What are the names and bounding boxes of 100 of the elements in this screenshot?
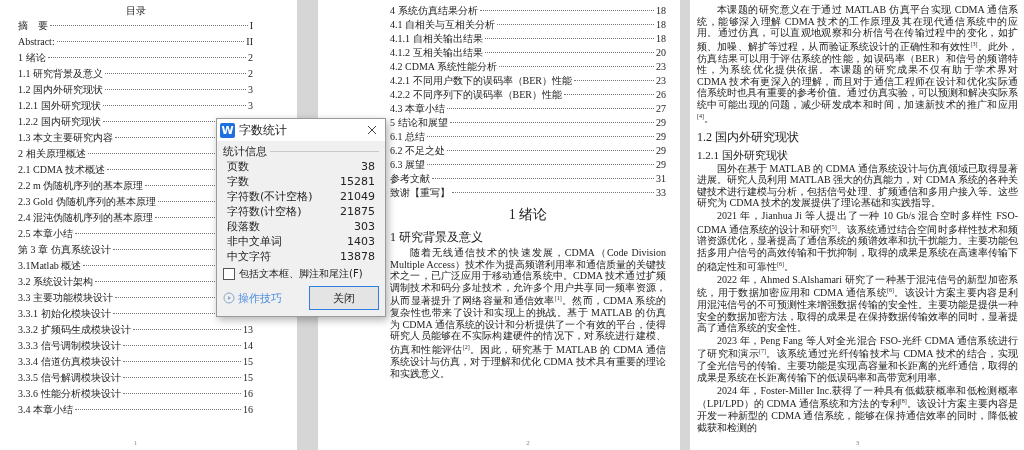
body-paragraph: 2023 年，Peng Fang 等人对全光混合 FSO-光纤 CDMA 通信系统进行了研究和演示$^{[7]}$。该系统通过光纤传输技术与 CDMA 技术的结合，实现了全光信号的传输。主要功能是实现高容量和长距离的光纤通信，取得的成果是系统在长距离传输下的低误码率和高带宽利用率。 [697,334,1018,384]
stat-label: 字符数(计空格) [227,204,302,219]
toc-entry-title: 4.1 自相关与互相关分析 [390,18,495,32]
toc-page-number: 29 [656,144,666,158]
toc-entry-title: 6.3 展望 [390,158,425,172]
toc-page-number: 16 [243,387,253,401]
toc-entry-title: 3.3.2 扩频码生成模块设计 [18,323,131,337]
stat-value: 15281 [340,174,375,189]
toc-page-number: 29 [656,130,666,144]
toc-page-number: 33 [656,186,666,200]
stat-value: 303 [354,219,375,234]
toc-page-number: 18 [656,4,666,18]
toc-page-number: 27 [656,102,666,116]
toc-page-number: 31 [656,172,666,186]
toc-entry-title: 1.3 本文主要研究内容 [18,131,113,145]
toc-page-number: 14 [243,339,253,353]
stat-value: 21049 [340,189,375,204]
stat-value: 13878 [340,249,375,264]
toc-entry-title: 2.2 m 伪随机序列的基本原理 [18,179,144,193]
toc-entry-title: 1.2.2 国内研究现状 [18,115,101,129]
app-logo: W [220,122,235,138]
toc-entry-title: Abstract: [18,35,55,49]
toc-page-number: 18 [656,32,666,46]
toc-page-number: 23 [656,60,666,74]
toc-entry-title: 1.1 研究背景及意义 [18,67,103,81]
toc-page-number: 23 [656,74,666,88]
section-heading: 1 研究背景及意义 [390,229,484,246]
toc-entry-title: 1.2 国内外研究现状 [18,83,103,97]
body-paragraph: 国外在基于 MATLAB 的 CDMA 通信系统设计与仿真领域已取得显著进展。研究人员利用 MATLAB 强大的仿真能力，对 CDMA 系统的各种关键技术进行建模与分析，包括信号处理、扩频通信和多用户接入等。这些研究为 CDMA 技术的发展提供了理论基础和实践指导。 [697,162,1018,209]
stat-value: 21875 [340,204,375,219]
toc-entry-title: 摘 要 [18,19,48,33]
toc-page-number: 3 [248,83,253,97]
toc-page-number: 3 [248,99,253,113]
toc-entry-title: 4.2.1 不同用户数下的误码率（BER）性能 [390,74,572,88]
body-paragraph: 2021 年，Jianhua Ji 等人提出了一种 10 Gb/s 混合空时多样性 FSO-CDMA 通信系统的设计和研究$^{[5]}$。该系统通过结合空间时多样性技术和频谱资源优化，显著提高了通信系统的频谱效率和抗干扰能力。主要功能包括多用户信号的高效传输和干扰抑制，取得的成果是系统在高速率传输下的稳定性和可靠性$^{[6]}$。 [697,209,1018,273]
play-circle-icon [223,292,235,304]
close-icon [367,125,377,135]
toc-page-number: 2 [248,67,253,81]
toc-entry-title: 2.5 本章小结 [18,227,73,241]
body-paragraph: 随着无线通信技术的快速发展，CDMA（Code Division Multiple Access）技术作为提高频谱利用率和通信质量的关键技术之一，已广泛应用于移动通信系统中。CDMA 技术通过扩频调制技术和码分多址技术，允许多个用户共享同一频率资源，从而显著提升了网络容量和通信效率$^{[1]}$。然而，CDMA 系统的复杂性也带来了设计和实现上的挑战。基于 MATLAB 的仿真为 CDMA 通信系统的设计和分析提供了一个有效的平台，使得研究人员能够在不实际构建硬件的情况下，对系统进行建模、仿真和性能评估$^{[2]}$。因此，研究基于 MATLAB 的 CDMA 通信系统设计与仿真，对于理解和优化 CDMA 技术具有重要的理论和实践意义。 [390,247,666,380]
toc-entry-title: 4.2.2 不同序列下的误码率（BER）性能 [390,88,562,102]
stat-label: 字数 [227,174,249,189]
toc-page-number: II [246,35,253,49]
toc-entry-title: 5 结论和展望 [390,116,448,130]
close-dialog-button[interactable]: 关闭 [309,286,379,310]
subsection-heading: 1.2.1 国外研究现状 [697,147,789,163]
toc-entry-title: 4.3 本章小结 [390,102,445,116]
section-heading: 1.2 国内外研究现状 [697,128,800,146]
toc-page-number: 15 [243,371,253,385]
toc-entry-title: 2.1 CDMA 技术概述 [18,163,105,177]
toc-page-number: 13 [243,323,253,337]
dialog-title: 字数统计 [239,121,288,139]
toc-entry-title: 3.4 本章小结 [18,403,73,417]
toc-title: 目录 [124,4,147,18]
toc-entry-title: 4.1.2 互相关输出结果 [390,46,483,60]
toc-entry-title: 6.1 总结 [390,130,425,144]
toc-entry-title: 致谢【重写】 [390,186,450,200]
stat-value: 38 [361,159,375,174]
stat-label: 页数 [227,159,249,174]
toc-entry-title: 3.3.1 初始化模块设计 [18,307,111,321]
toc-entry-title: 3.3.5 信号解调模块设计 [18,371,121,385]
close-button[interactable] [365,123,379,137]
toc-entry-title: 1 绪论 [18,51,46,65]
toc-page-number: 16 [243,403,253,417]
toc-page-number: I [249,19,253,33]
toc-entry-title: 4.1.1 自相关输出结果 [390,32,483,46]
stat-label: 中文字符 [227,249,271,264]
toc-page-number: 26 [656,88,666,102]
body-paragraph: 2024 年，Foster-Miller Inc.获得了一种具有低截获概率和低检测概率（LPI/LPD）的 CDMA 通信系统和方法的专利$^{[8]}$。该设计方案主要内容是开发一种新型的 CDMA 通信系统，能够在保持通信效率的同时，降低被截获和检测的 [697,384,1018,434]
group-label: 统计信息 [223,144,267,159]
toc-page-number: 2 [248,51,253,65]
toc-page-number: 15 [243,355,253,369]
toc-entry-title: 参考文献 [390,172,430,186]
body-paragraph: 本课题的研究意义在于通过 MATLAB 仿真平台实现 CDMA 通信系统，能够深入理解 CDMA 技术的工作原理及其在现代通信系统中的应用。通过仿真，可以直观地观察和分析信号在传输过程中的变化，如扩频、加噪、解扩等过程，从而验证系统设计的正确性和有效性$^{[3]}$。此外，仿真结果可以用于评估系统的性能，如误码率（BER）和信号的频谱特性，为系统优化提供依据。本课题的研究成果不仅有助于学术界对 CDMA 技术有更深入的理解，而且对于通信工程师在设计和优化实际通信系统时也具有重要的参考价值。通过仿真实验，可以预测和解决实际系统中可能出现的问题，减少研发成本和时间，加速新技术的推广和应用$^{[4]}$。 [697,4,1018,125]
stat-label: 非中文单词 [227,234,282,249]
toc-entry-title: 2.3 Gold 伪随机序列的基本原理 [18,195,156,209]
toc-entry-title: 4.2 CDMA 系统性能分析 [390,60,497,74]
toc-entry-title: 4 系统仿真结果分析 [390,4,478,18]
toc-entry-title: 第 3 章 仿真系统设计 [18,243,111,257]
stat-label: 段落数 [227,219,260,234]
body-paragraph: 2022 年，Ahmed S.Alshamari 研究了一种基于混沌信号的新型加密系统，用于数据加密应用和 CDMA 通信系统$^{[6]}$。该设计方案主要内容是利用混沌信号的不可预测性来增强数据传输的安全性。主要功能是提供一种安全的数据加密方法，取得的成果是在保持数据传输效率的同时，显著提高了通信系统的安全性。 [697,273,1018,334]
toc-entry-title: 3.3.3 信号调制模块设计 [18,339,121,353]
toc-page-number: 29 [656,158,666,172]
stat-label: 字符数(不计空格) [227,189,313,204]
chapter-heading: 1 绪论 [507,206,549,224]
toc-entry-title: 3.3.6 性能分析模块设计 [18,387,121,401]
toc-entry-title: 3.3.4 信道仿真模块设计 [18,355,121,369]
stat-value: 1403 [347,234,375,249]
toc-entry-title: 2 相关原理概述 [18,147,86,161]
toc-entry-title: 3.3 主要功能模块设计 [18,291,113,305]
checkbox-label: 包括文本框、脚注和尾注(F) [239,267,363,281]
checkbox[interactable] [223,268,235,280]
toc-entry-title: 6.2 不足之处 [390,144,445,158]
toc-entry-title: 1.2.1 国外研究现状 [18,99,101,113]
toc-page-number: 18 [656,18,666,32]
toc-page-number: 20 [656,46,666,60]
toc-page-number: 29 [656,116,666,130]
toc-entry-title: 3.1Matlab 概述 [18,259,82,273]
toc-entry-title: 2.4 混沌伪随机序列的基本原理 [18,211,153,225]
toc-entry-title: 3.2 系统设计架构 [18,275,93,289]
